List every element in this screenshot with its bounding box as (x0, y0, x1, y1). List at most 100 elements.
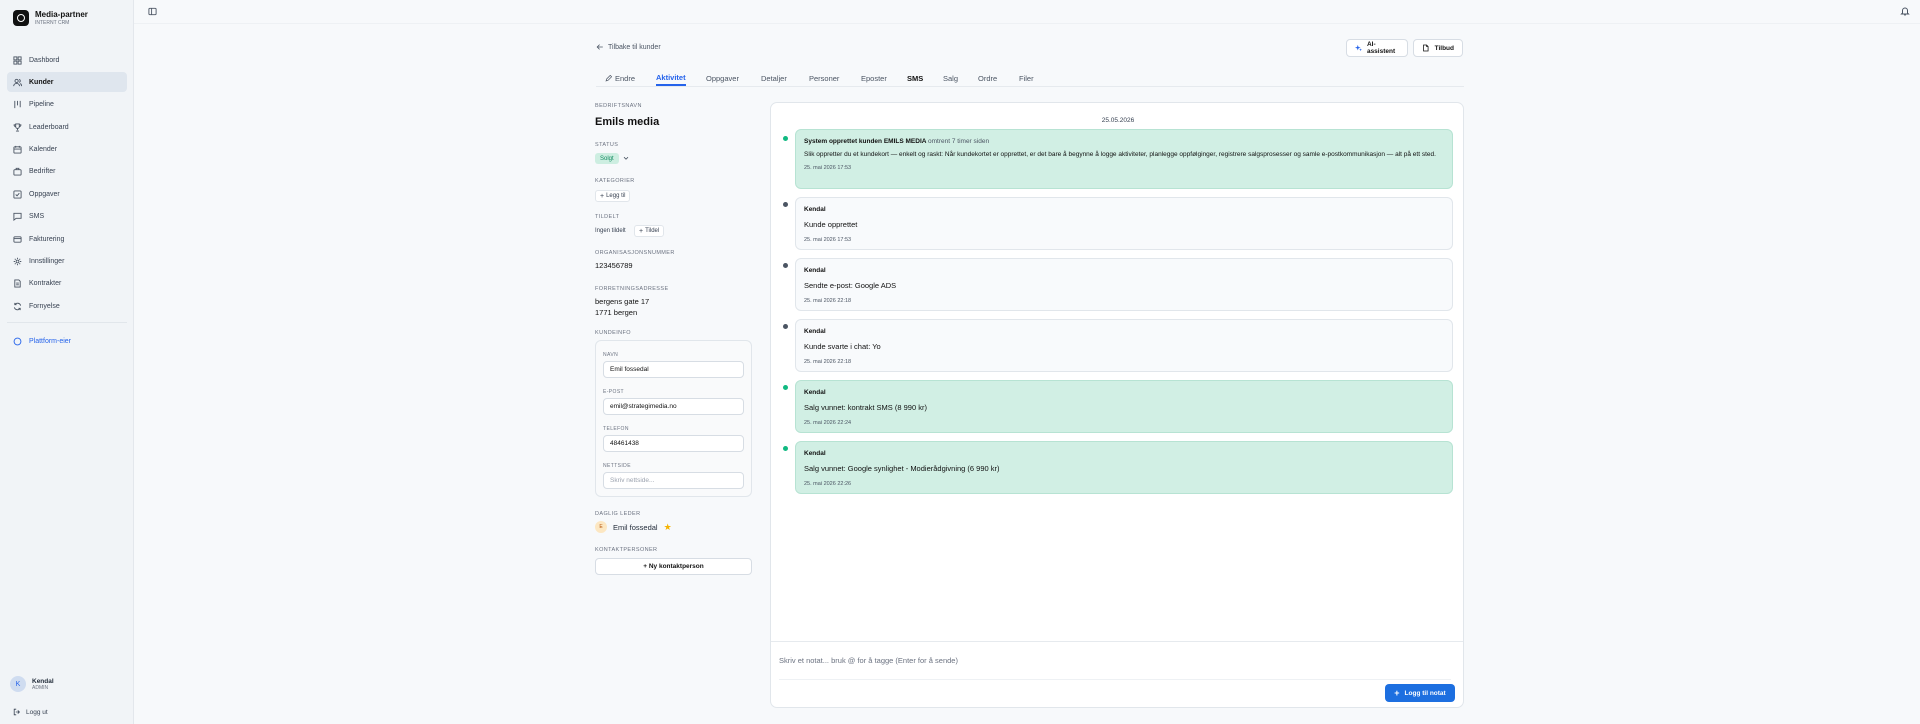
activity-title-rest: opprettet kunden EMILS MEDIA (828, 138, 927, 145)
chevron-down-icon[interactable] (622, 154, 630, 162)
topbar (134, 0, 1920, 24)
brand-logo-icon (13, 10, 29, 26)
customer-info-card: NAVN Emil fossedal E-POST emil@strategim… (595, 340, 752, 497)
sidebar-item-plattform-eier[interactable]: Plattform-eier (7, 331, 127, 351)
tab-label: Personer (809, 74, 840, 83)
manager-row[interactable]: E Emil fossedal ★ (595, 521, 672, 533)
activity-time: 25. mai 2026 22:18 (804, 298, 852, 304)
activity-item[interactable]: System opprettet kunden EMILS MEDIA omtr… (795, 129, 1453, 189)
tab-ordre[interactable]: Ordre (978, 71, 997, 86)
sidebar-item-label: Fornyelse (29, 302, 60, 310)
tab-label: Aktivitet (656, 73, 686, 82)
assign-button[interactable]: + Tildel (634, 225, 665, 237)
website-field[interactable]: Skriv nettside... (603, 472, 744, 489)
sidebar-item-kontrakter[interactable]: Kontrakter (7, 274, 127, 294)
status-badge[interactable]: Solgt (595, 153, 619, 164)
sidebar-item-label: Leaderboard (29, 123, 69, 131)
sidebar-item-oppgaver[interactable]: Oppgaver (7, 184, 127, 204)
plus-icon: + (600, 192, 605, 200)
check-square-icon (13, 190, 22, 199)
sidebar-toggle-icon[interactable] (148, 7, 157, 16)
sidebar-item-label: Innstillinger (29, 258, 65, 266)
brand[interactable]: Media-partner INTERNT CRM (13, 10, 88, 26)
invoice-icon (13, 235, 22, 244)
add-category-button[interactable]: + Legg til (595, 190, 631, 202)
timeline-dot (783, 263, 788, 268)
user-profile[interactable]: K Kendal ADMIN (10, 676, 54, 692)
activity-item[interactable]: Kendal Salg vunnet: Google synlighet - M… (795, 441, 1453, 494)
sidebar-item-pipeline[interactable]: Pipeline (7, 95, 127, 115)
tab-eposter[interactable]: Eposter (861, 71, 887, 86)
activity-item[interactable]: Kendal Kunde opprettet 25. mai 2026 17:5… (795, 197, 1453, 250)
status-label: STATUS (595, 142, 619, 148)
sidebar-item-label: Plattform-eier (29, 337, 72, 345)
back-to-customers-link[interactable]: Tilbake til kunder (596, 43, 661, 51)
tab-sms[interactable]: SMS (907, 71, 923, 86)
company-name-label: BEDRIFTSNAVN (595, 103, 642, 109)
tab-detaljer[interactable]: Detaljer (761, 71, 787, 86)
sidebar-item-innstillinger[interactable]: Innstillinger (7, 252, 127, 272)
tab-endre[interactable]: Endre (605, 71, 635, 86)
activity-panel: 25.05.2026 System opprettet kunden EMILS… (770, 102, 1464, 708)
sidebar-item-label: Kontrakter (29, 280, 62, 288)
refresh-icon (13, 302, 22, 311)
timeline-dot (783, 136, 788, 141)
tab-filer[interactable]: Filer (1019, 71, 1034, 86)
tab-label: Ordre (978, 74, 998, 83)
activity-time: 25. mai 2026 17:53 (804, 165, 852, 171)
brand-subtitle: INTERNT CRM (35, 20, 70, 26)
tab-aktivitet[interactable]: Aktivitet (656, 71, 686, 86)
sidebar-item-label: Oppgaver (29, 190, 60, 198)
activity-title: System opprettet kunden EMILS MEDIA omtr… (804, 138, 1444, 145)
name-field[interactable]: Emil fossedal (603, 361, 744, 378)
tab-personer[interactable]: Personer (809, 71, 839, 86)
activity-item[interactable]: Kendal Kunde svarte i chat: Yo 25. mai 2… (795, 319, 1453, 372)
new-contact-button[interactable]: + Ny kontaktperson (595, 558, 752, 575)
log-note-button[interactable]: + Logg til notat (1385, 684, 1455, 702)
sidebar-item-fakturering[interactable]: Fakturering (7, 229, 127, 249)
sidebar-item-bedrifter[interactable]: Bedrifter (7, 162, 127, 182)
sidebar-item-sms[interactable]: SMS (7, 207, 127, 227)
offer-button[interactable]: Tilbud (1413, 39, 1463, 57)
tab-label: Eposter (861, 74, 887, 83)
address-label: FORRETNINGSADRESSE (595, 286, 669, 292)
tab-label: Filer (1019, 74, 1034, 83)
sidebar-item-dashbord[interactable]: Dashbord (7, 50, 127, 70)
sidebar-item-kalender[interactable]: Kalender (7, 140, 127, 160)
activity-item[interactable]: Kendal Salg vunnet: kontrakt SMS (8 990 … (795, 380, 1453, 433)
assigned-label: TILDELT (595, 214, 620, 220)
logout-icon (13, 708, 20, 716)
contract-icon (13, 279, 22, 288)
note-input[interactable]: Skriv et notat... bruk @ for å tagge (En… (779, 652, 1451, 680)
grid-icon (13, 55, 22, 65)
email-field[interactable]: emil@strategimedia.no (603, 398, 744, 415)
sidebar-item-label: Kunder (29, 78, 54, 86)
sidebar-item-label: Fakturering (29, 235, 65, 243)
tab-label: Salg (943, 74, 959, 83)
timeline-dot (783, 202, 788, 207)
message-icon (13, 212, 22, 222)
avatar: K (10, 676, 26, 692)
bell-icon[interactable] (1900, 6, 1910, 16)
sidebar-item-leaderboard[interactable]: Leaderboard (7, 117, 127, 137)
activity-author: Kendal (804, 450, 826, 457)
ai-assistant-button[interactable]: AI-assistent (1346, 39, 1408, 57)
name-label: NAVN (603, 352, 619, 358)
activity-item[interactable]: Kendal Sendte e-post: Google ADS 25. mai… (795, 258, 1453, 311)
sidebar-item-fornyelse[interactable]: Fornyelse (7, 296, 127, 316)
activity-text: Salg vunnet: Google synlighet - Modieråd… (804, 464, 1000, 473)
sidebar-item-label: Dashbord (29, 56, 60, 64)
logout-button[interactable]: Logg ut (13, 708, 48, 716)
phone-field[interactable]: 48461438 (603, 435, 744, 452)
activity-text: Slik oppretter du et kundekort — enkelt … (804, 151, 1436, 158)
manager-name: Emil fossedal (613, 522, 658, 532)
org-number-value: 123456789 (595, 261, 633, 270)
address-line-1: bergens gate 17 (595, 297, 650, 306)
activity-text: Salg vunnet: kontrakt SMS (8 990 kr) (804, 403, 927, 412)
brand-name: Media-partner (35, 10, 88, 19)
activity-text: Sendte e-post: Google ADS (804, 281, 897, 290)
timeline-dot (783, 324, 788, 329)
tab-oppgaver[interactable]: Oppgaver (706, 71, 739, 86)
tab-salg[interactable]: Salg (943, 71, 958, 86)
sidebar-item-kunder[interactable]: Kunder (7, 72, 127, 93)
